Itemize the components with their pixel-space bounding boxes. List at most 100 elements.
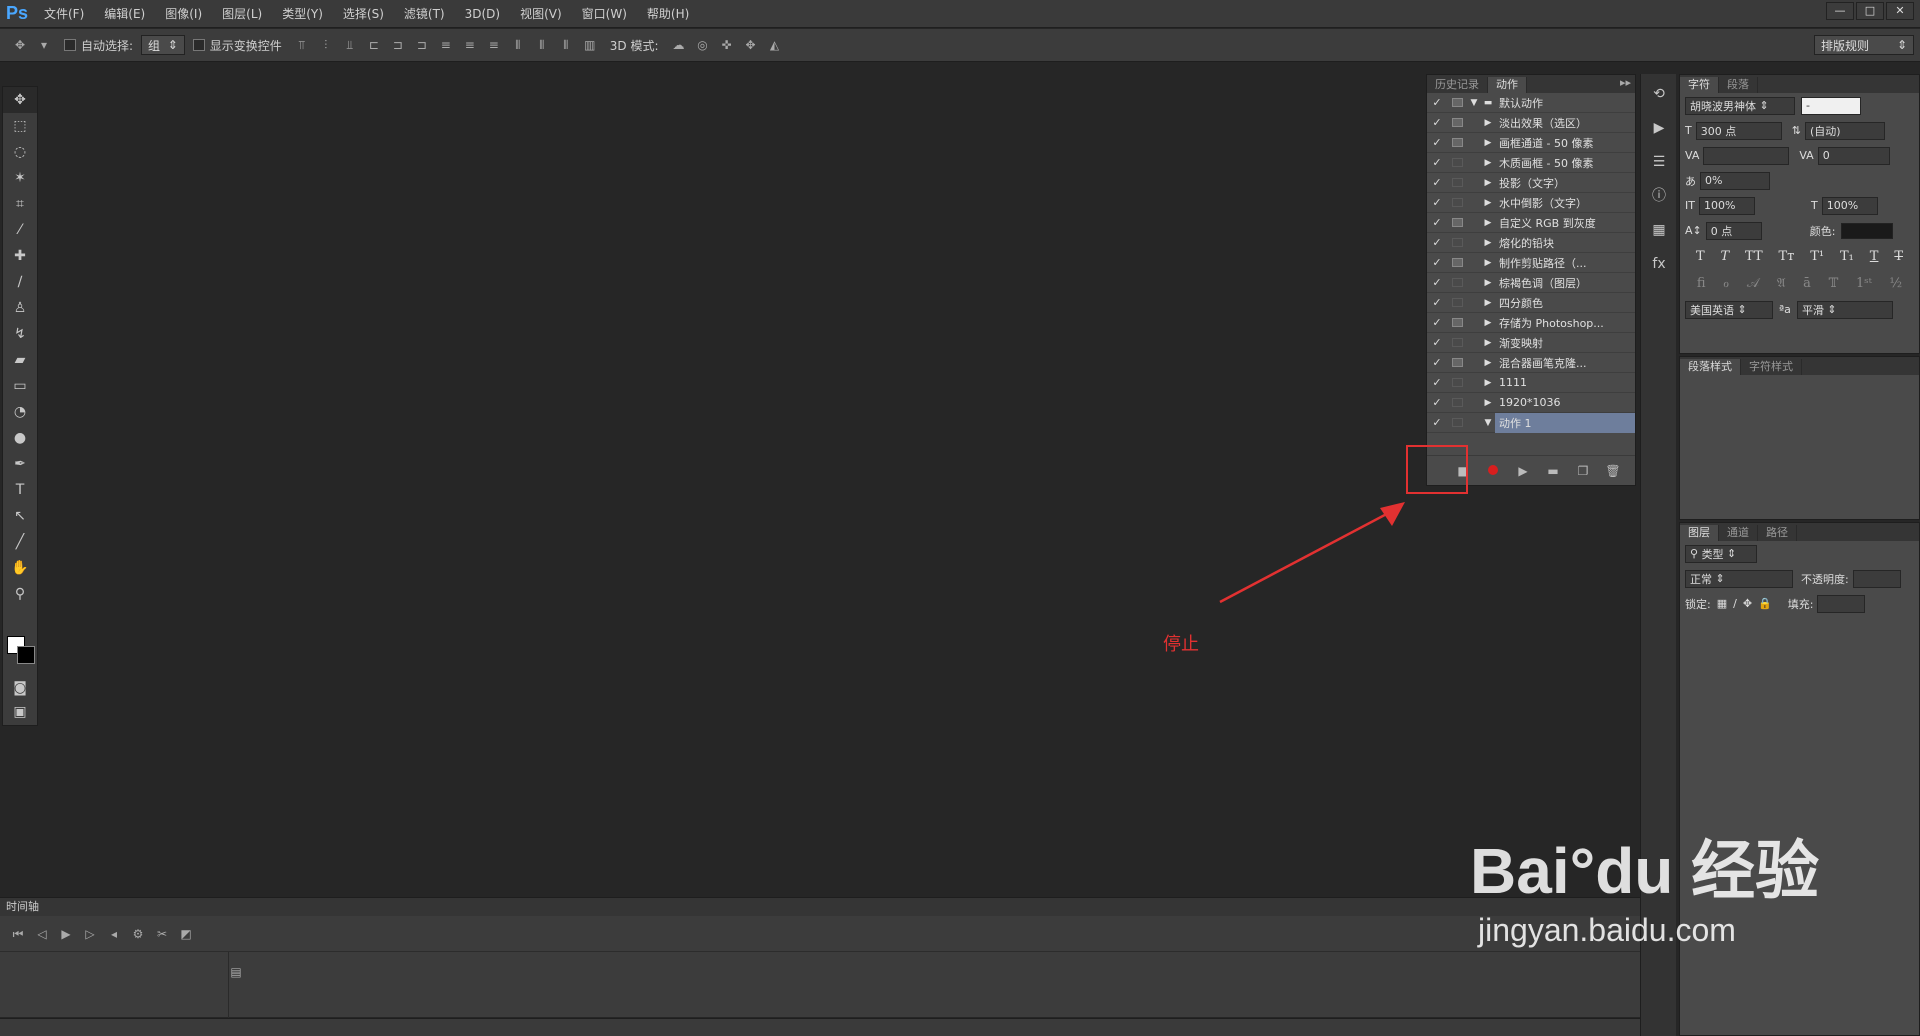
- toggle-check-icon[interactable]: ✓: [1427, 156, 1447, 169]
- action-item[interactable]: ✓ ▶ 淡出效果（选区）: [1427, 113, 1635, 133]
- text-color-swatch[interactable]: [1841, 222, 1894, 239]
- blur-tool-icon[interactable]: ◔: [3, 399, 37, 425]
- dialog-toggle-icon[interactable]: [1451, 158, 1463, 167]
- expand-right-icon[interactable]: ▶: [1481, 198, 1495, 208]
- toggle-check-icon[interactable]: ✓: [1427, 416, 1447, 429]
- close-button[interactable]: ✕: [1886, 2, 1914, 20]
- action-item[interactable]: ✓ ▶ 1111: [1427, 373, 1635, 393]
- 3d-pan-icon[interactable]: ✜: [719, 37, 735, 53]
- distribute-hcenter-icon[interactable]: ⦀: [534, 37, 550, 53]
- tab-channels[interactable]: 通道: [1719, 525, 1758, 541]
- tab-actions[interactable]: 动作: [1488, 77, 1527, 93]
- history-icon[interactable]: ⟲: [1641, 80, 1677, 108]
- contextual-icon[interactable]: 𝕋: [1829, 276, 1839, 291]
- expand-right-icon[interactable]: ▶: [1481, 398, 1495, 408]
- expand-right-icon[interactable]: ▶: [1481, 258, 1495, 268]
- tab-character-styles[interactable]: 字符样式: [1741, 359, 1802, 375]
- menu-item-window[interactable]: 窗口(W): [572, 5, 637, 22]
- tsume-field[interactable]: 0%: [1700, 171, 1770, 190]
- crop-tool-icon[interactable]: ⌗: [3, 191, 37, 217]
- clone-stamp-icon[interactable]: ♙: [3, 295, 37, 321]
- old-style-icon[interactable]: ℴ: [1723, 276, 1729, 291]
- expand-right-icon[interactable]: ▶: [1481, 138, 1495, 148]
- distribute-vcenter-icon[interactable]: ≡: [462, 37, 478, 53]
- dialog-toggle-icon[interactable]: [1451, 178, 1463, 187]
- background-color-swatch[interactable]: [17, 646, 35, 664]
- ordinal-icon[interactable]: 1ˢᵗ: [1856, 276, 1872, 291]
- toggle-check-icon[interactable]: ✓: [1427, 336, 1447, 349]
- expand-right-icon[interactable]: ▶: [1481, 218, 1495, 228]
- expand-down-icon[interactable]: ▼: [1481, 418, 1495, 428]
- panel-menu-icon[interactable]: ▸▸: [1620, 76, 1631, 89]
- align-left-icon[interactable]: ⊏: [366, 37, 382, 53]
- lasso-tool-icon[interactable]: ◌: [3, 139, 37, 165]
- play-icon[interactable]: ▶: [58, 926, 74, 942]
- expand-right-icon[interactable]: ▶: [1481, 338, 1495, 348]
- stylistic-icon[interactable]: 𝔄: [1777, 276, 1786, 291]
- layer-filter-select[interactable]: ⚲ 类型 ⇕: [1685, 544, 1757, 563]
- 3d-orbit-icon[interactable]: ☁: [671, 37, 687, 53]
- auto-select-checkbox[interactable]: [64, 39, 76, 51]
- all-caps-icon[interactable]: TT: [1745, 249, 1763, 264]
- dialog-toggle-icon[interactable]: [1451, 238, 1463, 247]
- expand-right-icon[interactable]: ▶: [1481, 278, 1495, 288]
- align-right-icon[interactable]: ⊐: [414, 37, 430, 53]
- eraser-icon[interactable]: ▰: [3, 347, 37, 373]
- dialog-toggle-icon[interactable]: [1451, 318, 1463, 327]
- strikethrough-icon[interactable]: T: [1894, 249, 1903, 264]
- toggle-check-icon[interactable]: ✓: [1427, 376, 1447, 389]
- film-icon[interactable]: ▤: [228, 964, 244, 980]
- tracking-field[interactable]: 0: [1817, 146, 1890, 165]
- path-select-icon[interactable]: ↖: [3, 503, 37, 529]
- minimize-button[interactable]: —: [1826, 2, 1854, 20]
- action-item[interactable]: ✓ ▶ 投影（文字）: [1427, 173, 1635, 193]
- expand-right-icon[interactable]: ▶: [1481, 238, 1495, 248]
- dialog-toggle-icon[interactable]: [1451, 258, 1463, 267]
- font-size-field[interactable]: 300 点: [1695, 121, 1782, 140]
- action-set-row[interactable]: ✓ ▼ ▬ 默认动作: [1427, 93, 1635, 113]
- leading-field[interactable]: (自动): [1804, 121, 1885, 140]
- brush-tool-icon[interactable]: ∕: [3, 269, 37, 295]
- new-action-button[interactable]: ❐: [1571, 464, 1595, 478]
- dialog-toggle-icon[interactable]: [1451, 378, 1463, 387]
- adjust-icon[interactable]: ☰: [1641, 148, 1677, 176]
- tab-character[interactable]: 字符: [1680, 77, 1719, 93]
- transition-icon[interactable]: ◩: [178, 926, 194, 942]
- faux-italic-icon[interactable]: T: [1720, 249, 1729, 264]
- menu-item-file[interactable]: 文件(F): [34, 5, 94, 22]
- action-item[interactable]: ✓ ▶ 画框通道 - 50 像素: [1427, 133, 1635, 153]
- tab-paragraph[interactable]: 段落: [1719, 77, 1758, 93]
- new-set-button[interactable]: ▬: [1541, 464, 1565, 478]
- history-brush-icon[interactable]: ↯: [3, 321, 37, 347]
- toggle-check-icon[interactable]: ✓: [1427, 216, 1447, 229]
- kerning-field[interactable]: [1703, 146, 1790, 165]
- fraction-icon[interactable]: ½: [1889, 276, 1902, 291]
- tab-history[interactable]: 历史记录: [1427, 77, 1488, 93]
- underline-icon[interactable]: T: [1870, 249, 1879, 264]
- toggle-check-icon[interactable]: ✓: [1427, 276, 1447, 289]
- language-select[interactable]: 美国英语 ⇕: [1685, 300, 1773, 319]
- action-item[interactable]: ✓ ▶ 熔化的铅块: [1427, 233, 1635, 253]
- align-vcenter-icon[interactable]: ⫶: [318, 37, 334, 53]
- dialog-toggle-icon[interactable]: [1451, 118, 1463, 127]
- magic-wand-icon[interactable]: ✶: [3, 165, 37, 191]
- vertical-scale-field[interactable]: 100%: [1698, 196, 1755, 215]
- delete-action-button[interactable]: 🗑: [1601, 464, 1625, 478]
- dialog-toggle-icon[interactable]: [1451, 278, 1463, 287]
- actions-play-icon[interactable]: ▶: [1641, 114, 1677, 142]
- fx-icon[interactable]: fx: [1641, 250, 1677, 278]
- dialog-toggle-icon[interactable]: [1451, 198, 1463, 207]
- toggle-check-icon[interactable]: ✓: [1427, 236, 1447, 249]
- play-button[interactable]: ▶: [1511, 464, 1535, 478]
- action-item[interactable]: ✓ ▶ 四分颜色: [1427, 293, 1635, 313]
- action-item[interactable]: ✓ ▶ 木质画框 - 50 像素: [1427, 153, 1635, 173]
- grid-icon[interactable]: ▦: [1641, 216, 1677, 244]
- move-tool-icon[interactable]: ✥: [3, 87, 37, 113]
- action-item[interactable]: ✓ ▶ 1920*1036: [1427, 393, 1635, 413]
- antialias-select[interactable]: 平滑 ⇕: [1796, 300, 1893, 319]
- toggle-check-icon[interactable]: ✓: [1427, 356, 1447, 369]
- faux-bold-icon[interactable]: T: [1696, 249, 1705, 264]
- show-transform-toggle[interactable]: 显示变换控件: [192, 37, 282, 54]
- small-caps-icon[interactable]: Tᴛ: [1779, 249, 1795, 264]
- show-transform-checkbox[interactable]: [192, 39, 205, 51]
